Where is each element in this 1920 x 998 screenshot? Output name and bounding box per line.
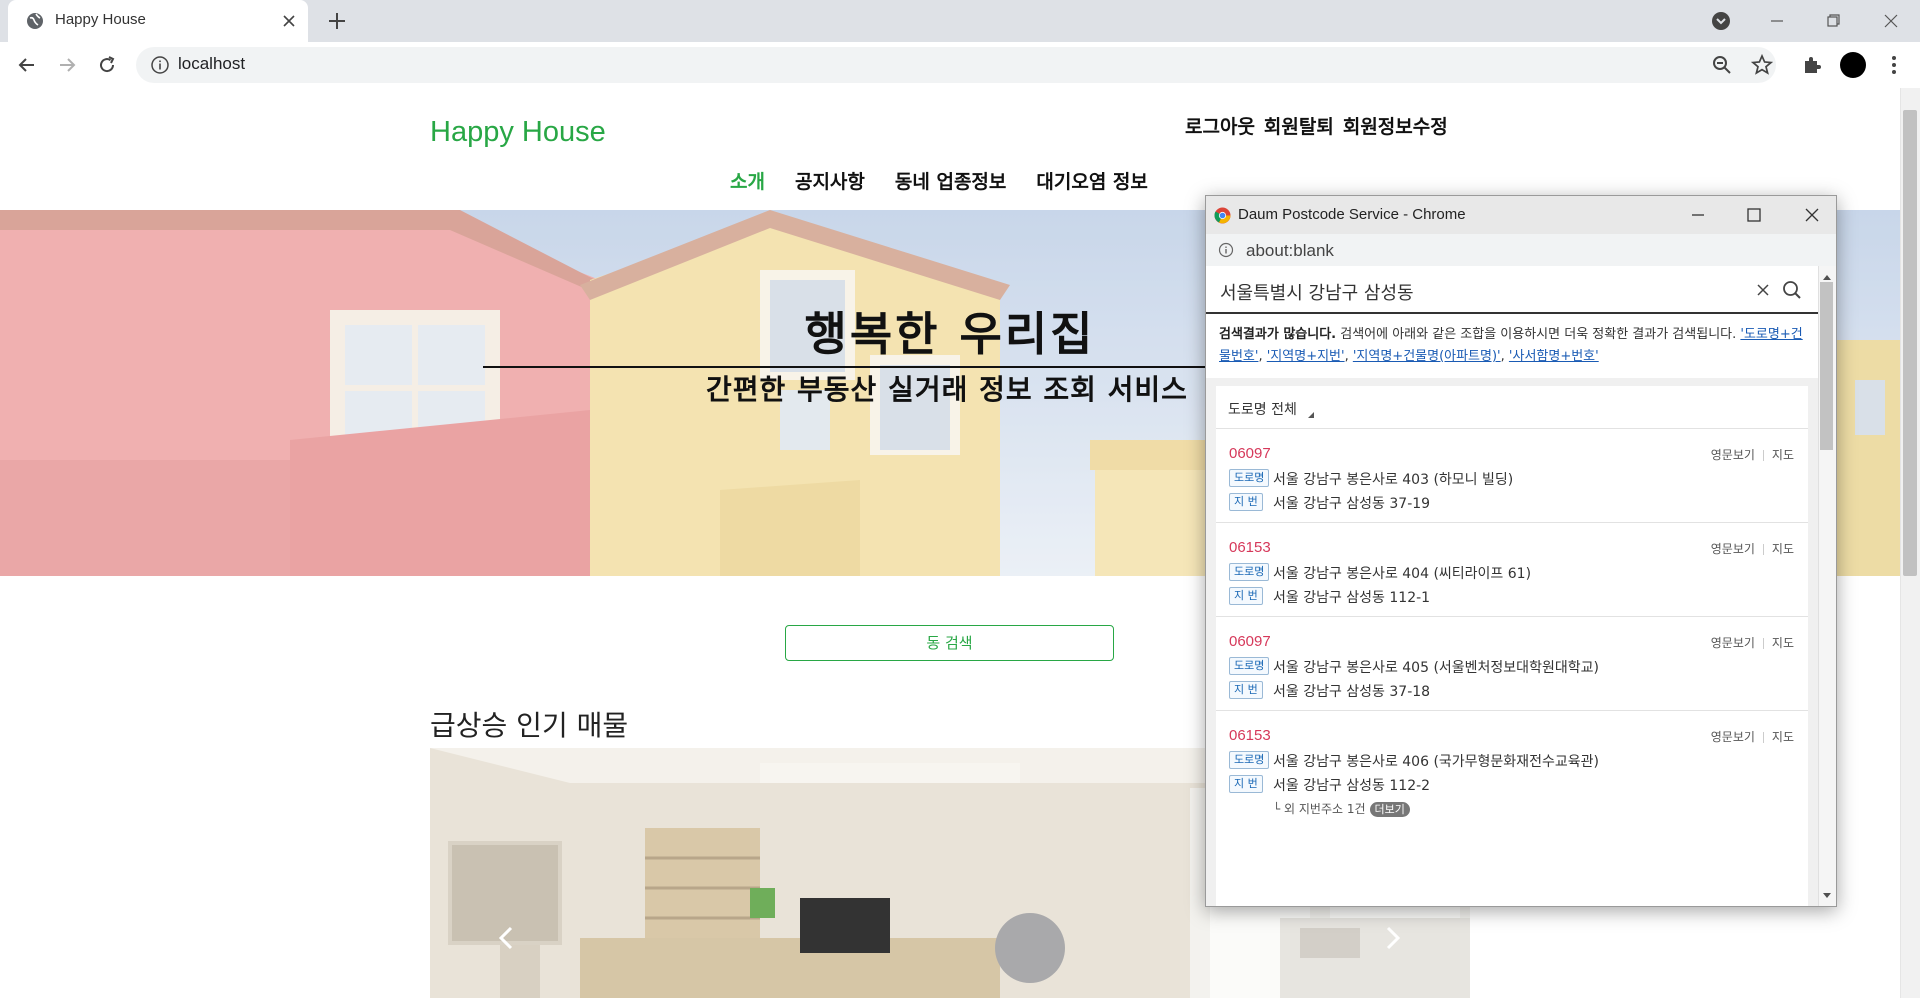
chevron-left-icon[interactable] (495, 922, 519, 954)
result-links: 영문보기 지도 (1711, 728, 1794, 745)
jibun-address[interactable]: 서울 강남구 삼성동 37-19 (1273, 493, 1430, 513)
extra-jibun-line: └ 외 지번주소 1건 더보기 (1273, 800, 1410, 817)
section-title: 급상승 인기 매물 (430, 709, 629, 742)
site-brand-logo[interactable]: Happy House (430, 116, 606, 149)
map-link[interactable]: 지도 (1772, 542, 1794, 556)
english-view-link[interactable]: 영문보기 (1711, 636, 1755, 650)
star-icon[interactable] (1750, 53, 1774, 77)
result-links: 영문보기 지도 (1711, 540, 1794, 557)
result-zipcode[interactable]: 06097 (1229, 445, 1271, 462)
postcode-popup-window: Daum Postcode Service - Chrome about:bla… (1205, 195, 1837, 907)
tip-example-jibun[interactable]: '지역명+지번' (1267, 349, 1345, 364)
search-icon[interactable] (1781, 279, 1803, 301)
road-badge: 도로명 (1229, 563, 1270, 581)
auth-links: 로그아웃 회원탈퇴 회원정보수정 (1185, 112, 1457, 139)
tip-bold: 검색결과가 많습니다. (1219, 327, 1337, 342)
info-icon (1218, 242, 1234, 258)
result-item[interactable]: 06153 영문보기 지도 도로명 서울 강남구 봉은사로 404 (씨티라이프 … (1216, 523, 1808, 617)
info-icon[interactable] (150, 55, 170, 75)
nav-item-notice[interactable]: 공지사항 (795, 171, 865, 193)
result-item[interactable]: 06097 영문보기 지도 도로명 서울 강남구 봉은사로 405 (서울벤처정보… (1216, 617, 1808, 711)
map-link[interactable]: 지도 (1772, 636, 1794, 650)
tab-search-icon[interactable] (1711, 11, 1731, 31)
jibun-address[interactable]: 서울 강남구 삼성동 112-2 (1273, 775, 1430, 795)
forward-icon[interactable] (55, 53, 79, 77)
back-icon[interactable] (15, 53, 39, 77)
chrome-logo-icon (1214, 207, 1231, 224)
tip-example-building[interactable]: '지역명+건물명(아파트명)' (1353, 349, 1501, 364)
road-address[interactable]: 서울 강남구 봉은사로 405 (서울벤처정보대학원대학교) (1273, 657, 1599, 677)
popup-close-button[interactable] (1801, 204, 1823, 226)
kebab-menu-icon[interactable] (1882, 53, 1906, 77)
nav-item-intro[interactable]: 소개 (730, 171, 765, 193)
more-button[interactable]: 더보기 (1369, 802, 1410, 817)
dong-search-button[interactable]: 동 검색 (785, 625, 1114, 661)
tip-text: 검색어에 아래와 같은 조합을 이용하시면 더욱 정확한 결과가 검색됩니다. (1340, 327, 1737, 342)
jibun-badge: 지 번 (1229, 681, 1263, 699)
page-scrollbar-thumb[interactable] (1903, 110, 1917, 576)
popup-address-bar: about:blank (1206, 234, 1836, 267)
address-url[interactable]: localhost (178, 54, 245, 74)
jibun-address[interactable]: 서울 강남구 삼성동 37-18 (1273, 681, 1430, 701)
reload-icon[interactable] (95, 53, 119, 77)
address-bar[interactable] (136, 47, 1776, 83)
dropdown-caret-icon (1308, 412, 1314, 418)
english-view-link[interactable]: 영문보기 (1711, 542, 1755, 556)
jibun-badge: 지 번 (1229, 587, 1263, 605)
map-link[interactable]: 지도 (1772, 730, 1794, 744)
result-item[interactable]: 06097 영문보기 지도 도로명 서울 강남구 봉은사로 403 (하모니 빌딩… (1216, 429, 1808, 523)
logout-link[interactable]: 로그아웃 (1185, 116, 1255, 138)
hero-subtitle: 간편한 부동산 실거래 정보 조회 서비스 (706, 373, 1188, 406)
road-address[interactable]: 서울 강남구 봉은사로 404 (씨티라이프 61) (1273, 563, 1531, 583)
road-badge: 도로명 (1229, 657, 1270, 675)
tip-example-pobox[interactable]: '사서함명+번호' (1509, 349, 1599, 364)
close-icon[interactable] (280, 12, 298, 30)
nav-item-local-business[interactable]: 동네 업종정보 (895, 171, 1007, 193)
browser-tab[interactable] (8, 0, 308, 42)
result-zipcode[interactable]: 06097 (1229, 633, 1271, 650)
popup-maximize-button[interactable] (1743, 204, 1765, 226)
tab-title: Happy House (55, 11, 146, 28)
edit-profile-link[interactable]: 회원정보수정 (1343, 116, 1448, 138)
extra-jibun-text: └ 외 지번주소 1건 (1273, 802, 1366, 816)
english-view-link[interactable]: 영문보기 (1711, 730, 1755, 744)
road-badge: 도로명 (1229, 469, 1270, 487)
popup-minimize-button[interactable] (1687, 204, 1709, 226)
result-item[interactable]: 06153 영문보기 지도 도로명 서울 강남구 봉은사로 406 (국가무형문화… (1216, 711, 1808, 906)
popup-url: about:blank (1246, 241, 1334, 260)
road-address[interactable]: 서울 강남구 봉은사로 403 (하모니 빌딩) (1273, 469, 1513, 489)
road-filter-label: 도로명 전체 (1228, 402, 1297, 418)
withdraw-link[interactable]: 회원탈퇴 (1264, 116, 1334, 138)
main-nav: 소개 공지사항 동네 업종정보 대기오염 정보 (730, 167, 1178, 194)
search-tip: 검색결과가 많습니다. 검색어에 아래와 같은 조합을 이용하시면 더욱 정확한… (1206, 314, 1818, 378)
globe-icon (26, 12, 44, 30)
jibun-address[interactable]: 서울 강남구 삼성동 112-1 (1273, 587, 1430, 607)
result-zipcode[interactable]: 06153 (1229, 539, 1271, 556)
result-links: 영문보기 지도 (1711, 446, 1794, 463)
english-view-link[interactable]: 영문보기 (1711, 448, 1755, 462)
road-badge: 도로명 (1229, 751, 1270, 769)
popup-scrollbar-thumb[interactable] (1820, 282, 1833, 450)
profile-avatar[interactable] (1840, 52, 1866, 78)
plus-icon[interactable] (326, 10, 348, 32)
clear-search-icon[interactable] (1754, 281, 1772, 299)
nav-item-air-pollution[interactable]: 대기오염 정보 (1036, 171, 1148, 193)
chevron-right-icon[interactable] (1380, 922, 1404, 954)
map-link[interactable]: 지도 (1772, 448, 1794, 462)
window-close-button[interactable] (1878, 8, 1904, 34)
result-links: 영문보기 지도 (1711, 634, 1794, 651)
road-filter-dropdown[interactable]: 도로명 전체 (1216, 386, 1808, 429)
puzzle-icon[interactable] (1800, 53, 1824, 77)
result-list: 도로명 전체 06097 영문보기 지도 도로명 서울 강남구 봉은사로 403 … (1206, 378, 1818, 906)
window-restore-button[interactable] (1820, 8, 1846, 34)
popup-window-title: Daum Postcode Service - Chrome (1238, 206, 1466, 223)
postcode-search-box[interactable]: 서울특별시 강남구 삼성동 (1206, 266, 1818, 314)
window-minimize-button[interactable] (1764, 8, 1790, 34)
result-zipcode[interactable]: 06153 (1229, 727, 1271, 744)
jibun-badge: 지 번 (1229, 775, 1263, 793)
postcode-search-input[interactable]: 서울특별시 강남구 삼성동 (1220, 279, 1414, 305)
jibun-badge: 지 번 (1229, 493, 1263, 511)
zoom-out-icon[interactable] (1710, 53, 1734, 77)
road-address[interactable]: 서울 강남구 봉은사로 406 (국가무형문화재전수교육관) (1273, 751, 1599, 771)
